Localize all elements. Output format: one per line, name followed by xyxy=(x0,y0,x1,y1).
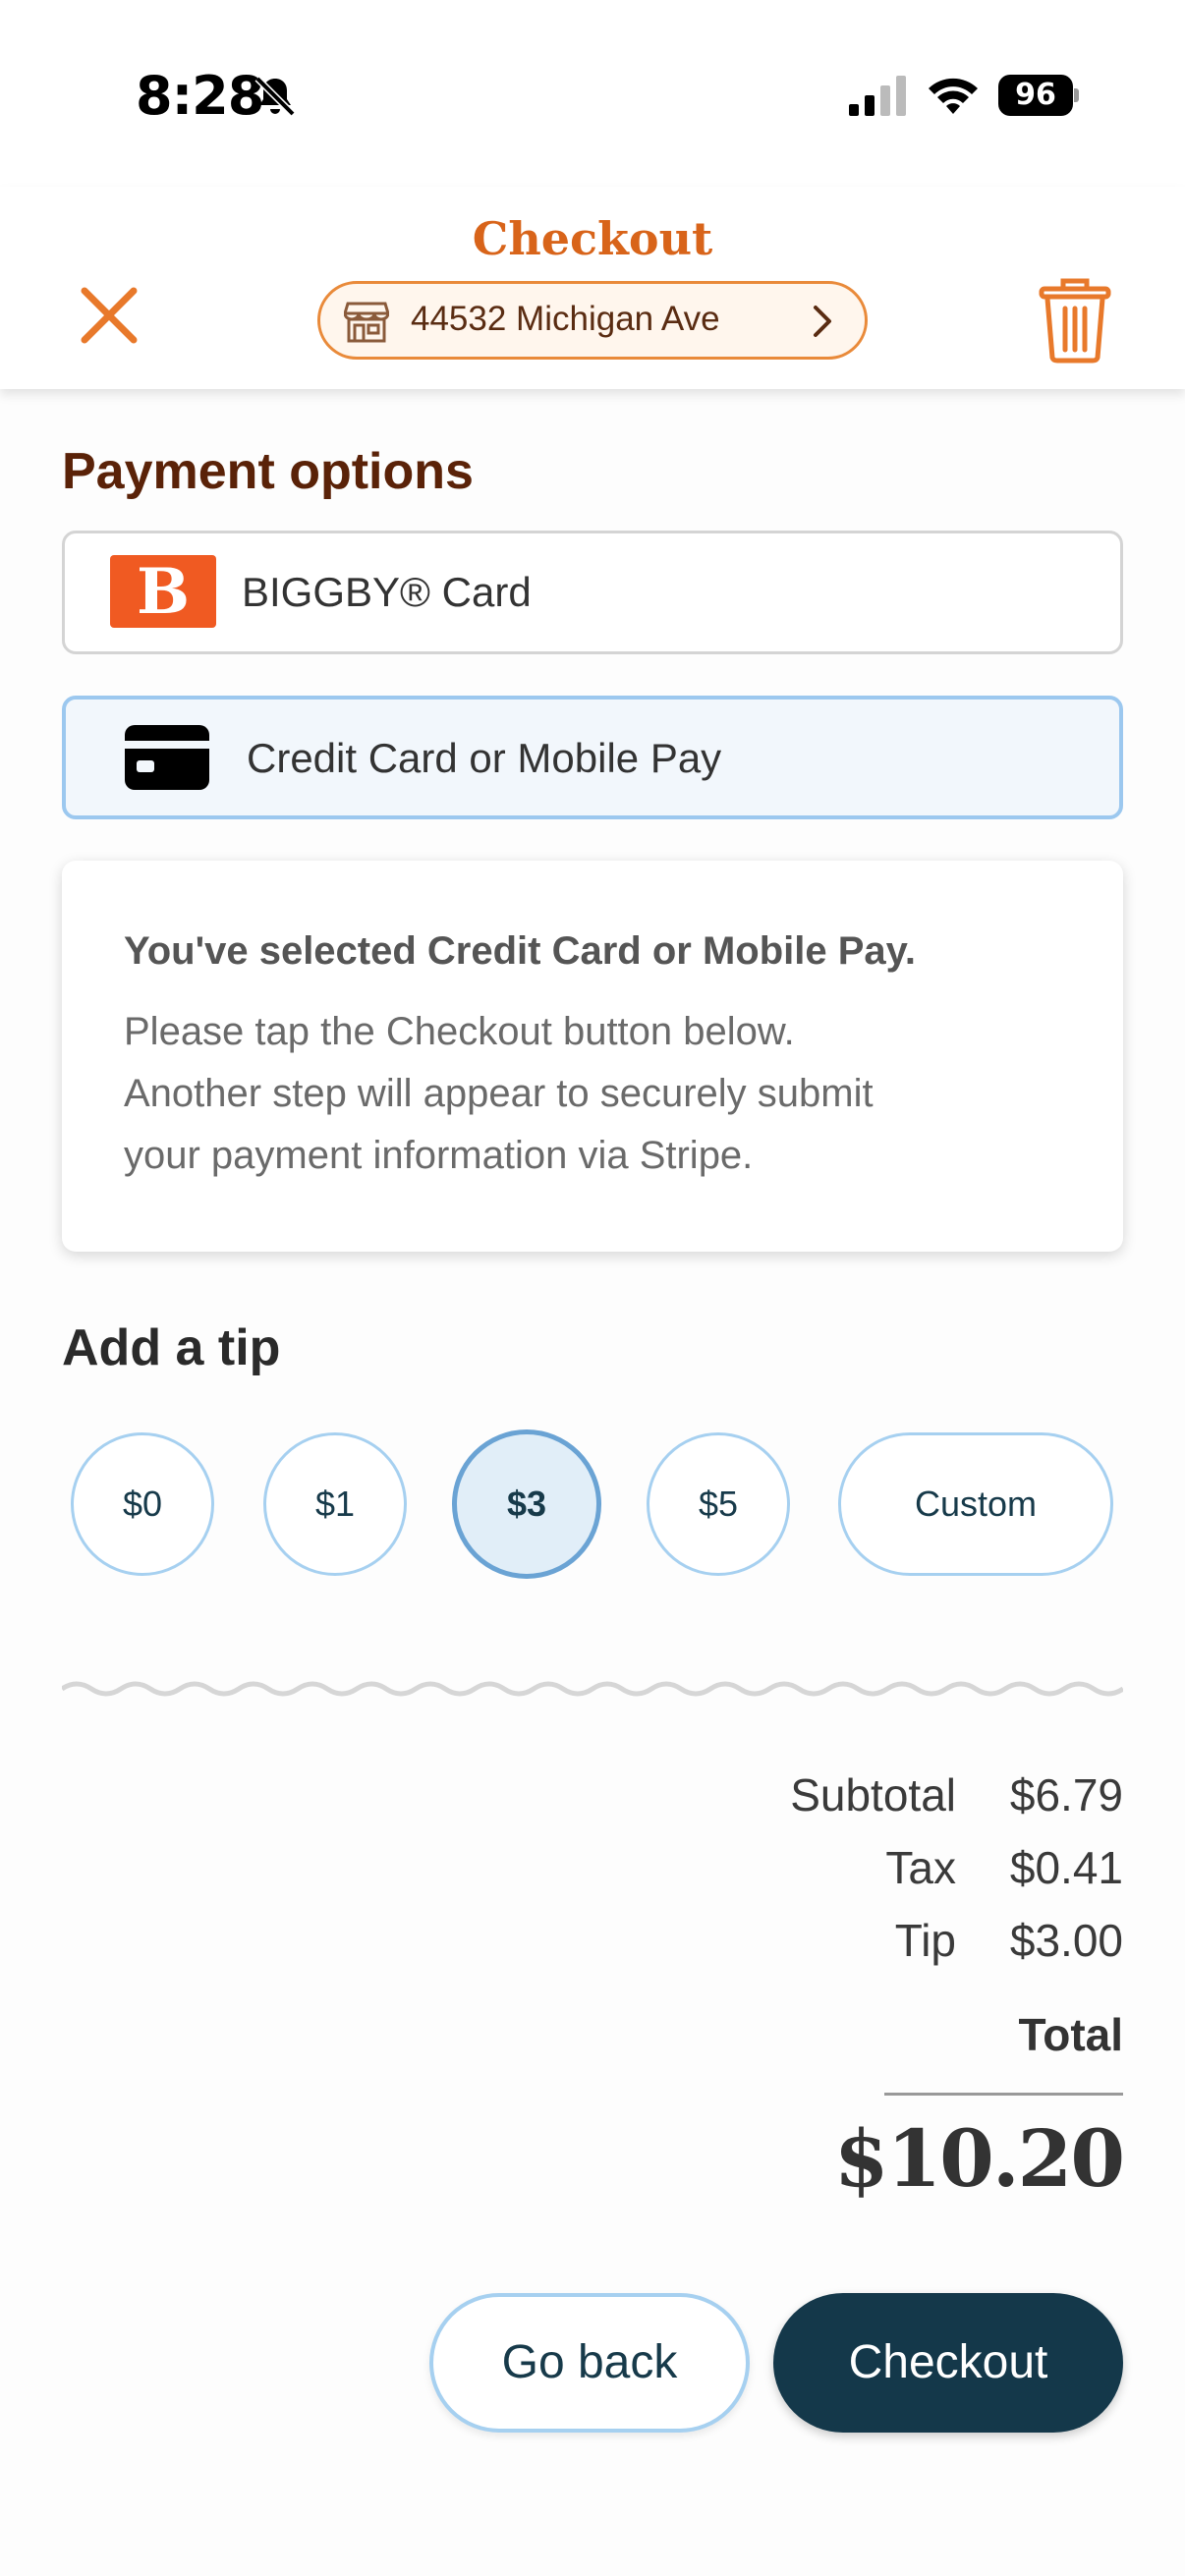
tip-row: Tip $3.00 xyxy=(534,1914,1123,1973)
status-bar: 8:28 96 xyxy=(0,0,1185,187)
cellular-signal-icon xyxy=(849,76,906,116)
tip-option-5[interactable]: $5 xyxy=(647,1432,790,1576)
tax-row: Tax $0.41 xyxy=(534,1841,1123,1900)
subtotal-value: $6.79 xyxy=(1009,1769,1123,1820)
payment-option-biggby-card[interactable]: B BIGGBY® Card xyxy=(62,531,1123,654)
store-location-button[interactable]: 44532 Michigan Ave xyxy=(317,281,868,360)
wifi-icon xyxy=(929,78,978,114)
payment-options-title: Payment options xyxy=(62,443,474,500)
subtotal-label: Subtotal xyxy=(790,1769,956,1820)
tip-option-0[interactable]: $0 xyxy=(71,1432,214,1576)
status-time: 8:28 xyxy=(136,65,264,127)
tip-option-custom[interactable]: Custom xyxy=(838,1432,1113,1576)
checkout-header: Checkout 44532 Michigan Ave xyxy=(0,187,1185,389)
tax-label: Tax xyxy=(885,1842,956,1893)
credit-card-icon xyxy=(125,725,209,790)
total-divider xyxy=(884,2093,1123,2096)
total-amount: $10.20 xyxy=(833,2112,1125,2205)
wavy-divider xyxy=(62,1681,1123,1697)
store-location-label: 44532 Michigan Ave xyxy=(411,300,720,338)
page-title: Checkout xyxy=(472,212,713,265)
tip-value: $3.00 xyxy=(1009,1915,1123,1966)
payment-option-label: Credit Card or Mobile Pay xyxy=(247,735,722,781)
close-icon[interactable] xyxy=(77,283,141,348)
payment-info-card: You've selected Credit Card or Mobile Pa… xyxy=(62,861,1123,1252)
tip-option-1[interactable]: $1 xyxy=(263,1432,407,1576)
total-label: Total xyxy=(1018,2009,1123,2060)
go-back-button[interactable]: Go back xyxy=(429,2293,750,2433)
tip-label: Tip xyxy=(894,1915,956,1966)
battery-indicator: 96 xyxy=(998,75,1079,116)
add-tip-title: Add a tip xyxy=(62,1319,281,1376)
payment-info-line: Please tap the Checkout button below. xyxy=(124,1010,795,1053)
tip-option-3[interactable]: $3 xyxy=(452,1429,601,1579)
payment-option-label: BIGGBY® Card xyxy=(242,569,532,615)
payment-option-credit-card[interactable]: Credit Card or Mobile Pay xyxy=(62,696,1123,819)
trash-icon[interactable] xyxy=(1038,277,1112,364)
bell-muted-icon xyxy=(254,76,296,117)
payment-info-line: Another step will appear to securely sub… xyxy=(124,1072,874,1115)
store-icon xyxy=(344,302,389,343)
chevron-right-icon xyxy=(814,306,831,337)
payment-info-heading: You've selected Credit Card or Mobile Pa… xyxy=(124,929,917,973)
subtotal-row: Subtotal $6.79 xyxy=(534,1768,1123,1827)
payment-info-line: your payment information via Stripe. xyxy=(124,1134,754,1177)
battery-tip xyxy=(1074,88,1079,102)
tax-value: $0.41 xyxy=(1009,1842,1123,1893)
checkout-screen: 8:28 96 Checkout 44532 Michigan Ave Paym… xyxy=(0,0,1185,2576)
battery-level: 96 xyxy=(998,75,1073,116)
checkout-button[interactable]: Checkout xyxy=(773,2293,1123,2433)
biggby-logo: B xyxy=(110,555,216,629)
